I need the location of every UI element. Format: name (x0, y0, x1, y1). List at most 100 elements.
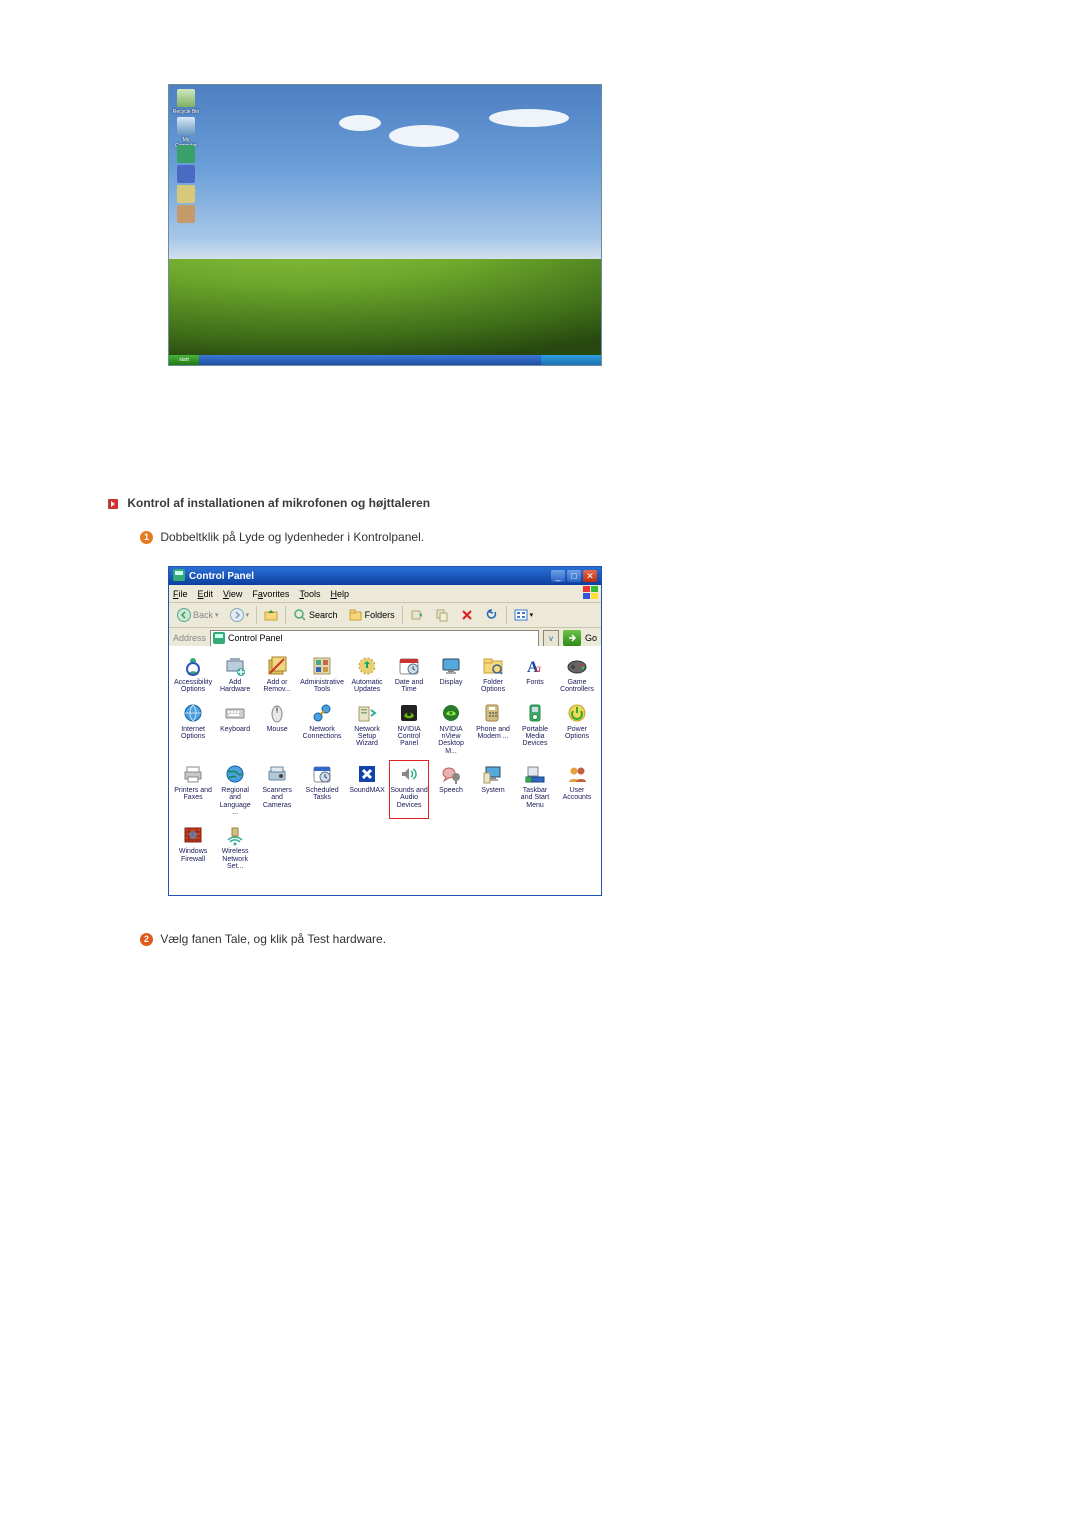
folders-label: Folders (365, 610, 395, 620)
pmd-icon (524, 702, 546, 724)
cloud (339, 115, 381, 131)
control-panel-item-system[interactable]: System (473, 760, 513, 819)
folders-button[interactable]: Folders (345, 606, 399, 624)
menu-favorites[interactable]: Favorites (252, 589, 289, 599)
menu-edit[interactable]: Edit (198, 589, 214, 599)
go-button[interactable] (563, 630, 581, 646)
control-panel-item-label: Date and Time (390, 679, 428, 694)
control-panel-item-pmd[interactable]: Portable Media Devices (515, 699, 555, 758)
control-panel-item-users[interactable]: User Accounts (557, 760, 597, 819)
auto-icon (356, 655, 378, 677)
start-button: start (169, 355, 199, 365)
control-panel-item-netc[interactable]: Network Connections (299, 699, 345, 758)
address-dropdown-button[interactable]: v (543, 630, 559, 647)
step-1-text: Dobbeltklik på Lyde og lydenheder i Kont… (160, 530, 424, 544)
bliss-hill (169, 259, 601, 355)
control-panel-item-netsw[interactable]: Network Setup Wizard (347, 699, 387, 758)
control-panel-item-game[interactable]: Game Controllers (557, 652, 597, 697)
control-panel-item-addrem[interactable]: Add or Remov... (257, 652, 297, 697)
menu-file[interactable]: File (173, 589, 188, 599)
desktop-icon-label: Recycle Bin (172, 109, 200, 115)
views-button[interactable]: ▾ (510, 606, 538, 624)
control-panel-item-keyb[interactable]: Keyboard (215, 699, 255, 758)
step-number-1: 1 (140, 531, 153, 544)
undo-button[interactable] (481, 606, 503, 624)
control-panel-item-label: Keyboard (220, 726, 250, 733)
control-panel-item-date[interactable]: Date and Time (389, 652, 429, 697)
sched-icon (311, 763, 333, 785)
minimize-button[interactable]: _ (551, 570, 565, 582)
search-button[interactable]: Search (289, 606, 342, 624)
control-panel-item-label: Wireless Network Set... (216, 848, 254, 870)
section-heading: Kontrol af installationen af mikrofonen … (127, 496, 430, 510)
control-panel-item-folder[interactable]: Folder Options (473, 652, 513, 697)
control-panel-item-nvd[interactable]: NVIDIA nView Desktop M... (431, 699, 471, 758)
control-panel-item-taskbar[interactable]: Taskbar and Start Menu (515, 760, 555, 819)
control-panel-item-label: Scanners and Cameras (258, 787, 296, 809)
desktop-icon (172, 185, 200, 205)
control-panel-item-power[interactable]: Power Options (557, 699, 597, 758)
menu-view[interactable]: View (223, 589, 242, 599)
control-panel-item-auto[interactable]: Automatic Updates (347, 652, 387, 697)
access-icon (182, 655, 204, 677)
up-button[interactable] (260, 606, 282, 624)
cloud (489, 109, 569, 127)
control-panel-item-wnet[interactable]: Wireless Network Set... (215, 821, 255, 873)
cloud (389, 125, 459, 147)
control-panel-item-sounds[interactable]: Sounds and Audio Devices (389, 760, 429, 819)
nvcp-icon (398, 702, 420, 724)
control-panel-item-fonts[interactable]: AaFonts (515, 652, 555, 697)
control-panel-item-admin[interactable]: Administrative Tools (299, 652, 345, 697)
control-panel-item-label: Windows Firewall (174, 848, 212, 863)
control-panel-item-print[interactable]: Printers and Faxes (173, 760, 213, 819)
control-panel-item-access[interactable]: Accessibility Options (173, 652, 213, 697)
control-panel-item-smax[interactable]: SoundMAX (347, 760, 387, 819)
control-panel-item-phone[interactable]: Phone and Modem ... (473, 699, 513, 758)
control-panel-item-nvcp[interactable]: NVIDIA Control Panel (389, 699, 429, 758)
control-panel-item-sched[interactable]: Scheduled Tasks (299, 760, 345, 819)
disp-icon (440, 655, 462, 677)
views-icon (514, 608, 528, 622)
wnet-icon (224, 824, 246, 846)
control-panel-item-label: Power Options (558, 726, 596, 741)
control-panel-item-disp[interactable]: Display (431, 652, 471, 697)
menu-tools[interactable]: Tools (299, 589, 320, 599)
address-input[interactable]: Control Panel (210, 630, 539, 647)
control-panel-item-addhw[interactable]: Add Hardware (215, 652, 255, 697)
desktop-icon (172, 205, 200, 225)
control-panel-item-mouse[interactable]: Mouse (257, 699, 297, 758)
address-value: Control Panel (228, 633, 283, 643)
close-button[interactable]: ✕ (583, 570, 597, 582)
toolbar: Back ▾ ▾ Search Folders (169, 603, 601, 628)
control-panel-item-label: Regional and Language ... (216, 787, 254, 816)
inet-icon (182, 702, 204, 724)
menu-help[interactable]: Help (330, 589, 349, 599)
control-panel-item-label: Internet Options (174, 726, 212, 741)
wfw-icon (182, 824, 204, 846)
back-button[interactable]: Back ▾ (173, 606, 223, 624)
forward-button[interactable]: ▾ (226, 606, 254, 624)
folder-up-icon (264, 608, 278, 622)
folder-icon (482, 655, 504, 677)
phone-icon (482, 702, 504, 724)
go-label: Go (585, 633, 597, 643)
windows-flag-icon (583, 586, 599, 600)
control-panel-item-speech[interactable]: Speech (431, 760, 471, 819)
move-button[interactable] (406, 606, 428, 624)
keyb-icon (224, 702, 246, 724)
scan-icon (266, 763, 288, 785)
go-arrow-icon (567, 633, 577, 643)
my-computer-icon (177, 117, 195, 135)
control-panel-item-inet[interactable]: Internet Options (173, 699, 213, 758)
control-panel-item-wfw[interactable]: Windows Firewall (173, 821, 213, 873)
control-panel-item-scan[interactable]: Scanners and Cameras (257, 760, 297, 819)
app-icon (177, 185, 195, 203)
control-panel-item-region[interactable]: Regional and Language ... (215, 760, 255, 819)
control-panel-item-label: Scheduled Tasks (300, 787, 344, 802)
copy-button[interactable] (431, 606, 453, 624)
maximize-button[interactable]: □ (567, 570, 581, 582)
control-panel-item-label: Administrative Tools (300, 679, 344, 694)
control-panel-item-label: Fonts (526, 679, 544, 686)
delete-button[interactable] (456, 606, 478, 624)
control-panel-item-label: Display (440, 679, 463, 686)
